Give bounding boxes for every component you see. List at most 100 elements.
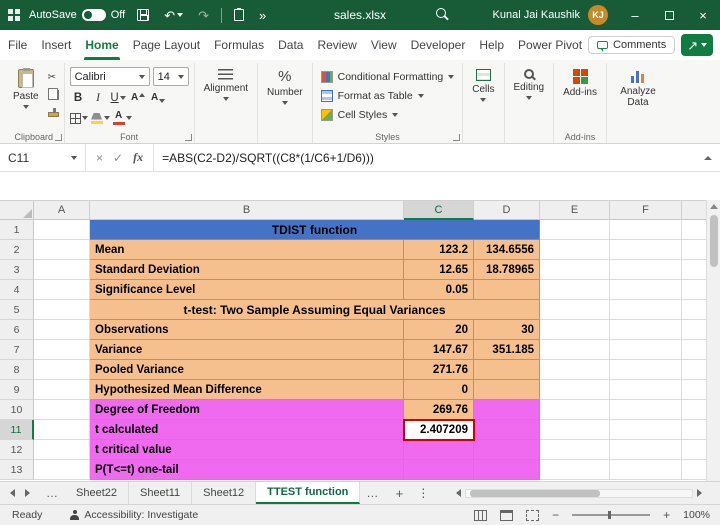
normal-view-button[interactable]: [474, 509, 488, 521]
cell-D4[interactable]: [474, 280, 540, 300]
cell-F8[interactable]: [610, 360, 682, 380]
row-header-3[interactable]: 3: [0, 260, 34, 280]
undo-button[interactable]: ↶: [161, 3, 186, 27]
vertical-scrollbar[interactable]: [706, 200, 720, 481]
cell-A12[interactable]: [34, 440, 90, 460]
cell-F1[interactable]: [610, 220, 682, 240]
cell-D9[interactable]: [474, 380, 540, 400]
copy-button[interactable]: [47, 87, 59, 101]
accessibility-status[interactable]: Accessibility: Investigate: [70, 509, 198, 521]
cell-E1[interactable]: [540, 220, 610, 240]
cell-E12[interactable]: [540, 440, 610, 460]
cell-A5[interactable]: [34, 300, 90, 320]
cell-B1-merged[interactable]: TDIST function: [90, 220, 540, 240]
more-sheets-left-icon[interactable]: …: [40, 486, 65, 500]
cell-styles-button[interactable]: Cell Styles: [318, 105, 458, 124]
menu-tab-formulas[interactable]: Formulas: [208, 30, 270, 60]
horizontal-scrollbar[interactable]: [456, 488, 702, 498]
search-button[interactable]: [436, 8, 446, 18]
cell-B9[interactable]: Hypothesized Mean Difference: [90, 380, 404, 400]
cell-D2[interactable]: 134.6556: [474, 240, 540, 260]
cell-D12[interactable]: [474, 440, 540, 460]
cell-C3[interactable]: 12.65: [404, 260, 474, 280]
cut-button[interactable]: ✂: [48, 71, 59, 84]
menu-tab-power-pivot[interactable]: Power Pivot: [512, 30, 588, 60]
cell-F13[interactable]: [610, 460, 682, 480]
increase-font-button[interactable]: A: [130, 90, 147, 106]
row-header-8[interactable]: 8: [0, 360, 34, 380]
row-header-1[interactable]: 1: [0, 220, 34, 240]
borders-button[interactable]: [69, 110, 88, 126]
row-header-13[interactable]: 13: [0, 460, 34, 480]
number-button[interactable]: % Number: [263, 65, 307, 105]
italic-button[interactable]: I: [90, 90, 107, 106]
enter-button[interactable]: ✓: [113, 151, 123, 165]
cell-A6[interactable]: [34, 320, 90, 340]
cell-B7[interactable]: Variance: [90, 340, 404, 360]
column-header-A[interactable]: A: [34, 201, 90, 220]
cell-B12[interactable]: t critical value: [90, 440, 404, 460]
font-color-button[interactable]: A: [112, 110, 132, 126]
cell-F9[interactable]: [610, 380, 682, 400]
cell-E9[interactable]: [540, 380, 610, 400]
row-header-9[interactable]: 9: [0, 380, 34, 400]
cell-A7[interactable]: [34, 340, 90, 360]
cell-C6[interactable]: 20: [404, 320, 474, 340]
cell-D3[interactable]: 18.78965: [474, 260, 540, 280]
cell-E6[interactable]: [540, 320, 610, 340]
row-header-5[interactable]: 5: [0, 300, 34, 320]
cell-D6[interactable]: 30: [474, 320, 540, 340]
sheet-tab-sheet11[interactable]: Sheet11: [129, 482, 193, 504]
user-name[interactable]: Kunal Jai Kaushik: [493, 9, 580, 21]
next-sheet-icon[interactable]: [25, 489, 30, 497]
excel-logo-icon[interactable]: [8, 9, 20, 21]
underline-button[interactable]: U: [110, 90, 127, 106]
cell-E3[interactable]: [540, 260, 610, 280]
cell-B8[interactable]: Pooled Variance: [90, 360, 404, 380]
editing-button[interactable]: Editing: [510, 65, 549, 100]
row-header-11[interactable]: 11: [0, 420, 34, 440]
cell-F10[interactable]: [610, 400, 682, 420]
cell-E7[interactable]: [540, 340, 610, 360]
redo-button[interactable]: ↷: [195, 3, 212, 27]
save-button[interactable]: [134, 3, 152, 27]
insert-function-button[interactable]: fx: [133, 150, 143, 165]
row-header-6[interactable]: 6: [0, 320, 34, 340]
cell-D8[interactable]: [474, 360, 540, 380]
row-header-10[interactable]: 10: [0, 400, 34, 420]
cancel-button[interactable]: ×: [96, 151, 103, 165]
menu-tab-help[interactable]: Help: [473, 30, 510, 60]
share-button[interactable]: ↗: [681, 34, 714, 56]
cell-C8[interactable]: 271.76: [404, 360, 474, 380]
zoom-out-button[interactable]: −: [552, 508, 559, 522]
cell-C13[interactable]: [404, 460, 474, 480]
cell-F7[interactable]: [610, 340, 682, 360]
cell-C11-active[interactable]: 2.407209: [403, 419, 475, 441]
cell-D13[interactable]: [474, 460, 540, 480]
cell-A9[interactable]: [34, 380, 90, 400]
cell-B10[interactable]: Degree of Freedom: [90, 400, 404, 420]
cell-F5[interactable]: [610, 300, 682, 320]
row-header-2[interactable]: 2: [0, 240, 34, 260]
horizontal-scrollbar-thumb[interactable]: [470, 489, 600, 497]
clipboard-button[interactable]: [231, 3, 247, 27]
page-break-view-button[interactable]: [526, 509, 540, 521]
cell-A1[interactable]: [34, 220, 90, 240]
cell-C2[interactable]: 123.2: [404, 240, 474, 260]
cell-D11[interactable]: [474, 420, 540, 440]
font-size-select[interactable]: 14: [152, 67, 189, 86]
cell-C9[interactable]: 0: [404, 380, 474, 400]
cell-C10[interactable]: 269.76: [404, 400, 474, 420]
font-dialog-launcher-icon[interactable]: [184, 134, 192, 141]
cell-B6[interactable]: Observations: [90, 320, 404, 340]
cell-E13[interactable]: [540, 460, 610, 480]
styles-dialog-launcher-icon[interactable]: [453, 134, 461, 141]
collapse-formula-bar-button[interactable]: [704, 144, 720, 171]
cell-D10[interactable]: [474, 400, 540, 420]
zoom-slider-knob[interactable]: [608, 511, 612, 519]
menu-tab-developer[interactable]: Developer: [405, 30, 472, 60]
menu-tab-data[interactable]: Data: [272, 30, 309, 60]
row-header-7[interactable]: 7: [0, 340, 34, 360]
decrease-font-button[interactable]: A: [150, 90, 167, 106]
format-painter-button[interactable]: [47, 105, 59, 118]
